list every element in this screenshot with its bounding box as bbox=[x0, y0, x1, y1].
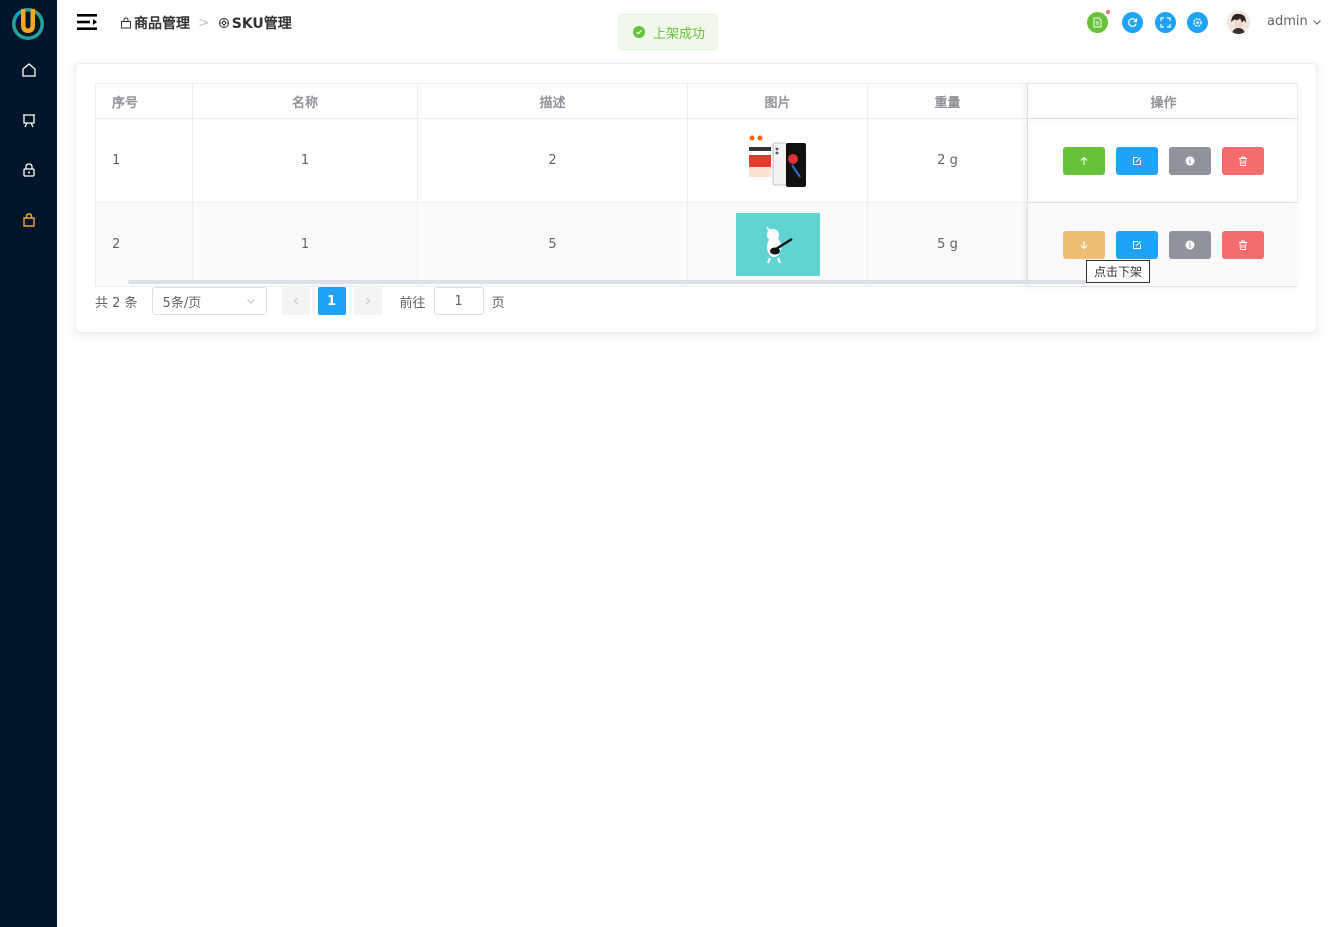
goto-label: 前往 bbox=[399, 295, 426, 311]
on-shelf-button[interactable] bbox=[1063, 146, 1105, 175]
goto-page-input[interactable] bbox=[433, 287, 484, 315]
next-page-button[interactable] bbox=[353, 287, 382, 315]
sidebar-item-goods[interactable] bbox=[0, 195, 57, 245]
document-button[interactable] bbox=[1087, 9, 1111, 33]
delete-button[interactable] bbox=[1222, 230, 1264, 259]
column-header-weight: 重量 bbox=[868, 84, 1028, 118]
breadcrumb-item-sku: SKU管理 bbox=[218, 13, 292, 33]
page-suffix: 页 bbox=[491, 295, 505, 311]
sidebar bbox=[0, 0, 57, 927]
settings-button[interactable] bbox=[1187, 12, 1208, 33]
column-header-actions: 操作 bbox=[1028, 84, 1299, 118]
cell-weight: 5 g bbox=[868, 203, 1028, 286]
info-icon bbox=[1185, 156, 1195, 165]
cell-actions bbox=[1028, 119, 1299, 202]
bag-icon bbox=[121, 17, 131, 29]
menu-fold-icon[interactable] bbox=[77, 12, 99, 32]
cell-name: 1 bbox=[193, 119, 418, 202]
lock-icon bbox=[22, 163, 35, 177]
fullscreen-button[interactable] bbox=[1155, 12, 1176, 33]
chevron-down-icon bbox=[246, 299, 255, 304]
edit-icon bbox=[1133, 240, 1141, 249]
chevron-down-icon bbox=[1312, 19, 1321, 25]
cell-index: 1 bbox=[96, 119, 193, 202]
arrow-down-icon bbox=[1080, 240, 1088, 249]
document-icon bbox=[1093, 17, 1102, 28]
chevron-left-icon bbox=[293, 297, 298, 305]
cell-index: 2 bbox=[96, 203, 193, 286]
phone-product-image[interactable] bbox=[747, 132, 808, 189]
column-header-name: 名称 bbox=[193, 84, 418, 118]
home-icon bbox=[21, 63, 36, 77]
gear-icon bbox=[218, 18, 229, 28]
arrow-up-icon bbox=[1080, 156, 1088, 165]
success-toast: 上架成功 bbox=[618, 14, 718, 50]
user-menu[interactable]: admin bbox=[1267, 14, 1322, 29]
info-icon bbox=[1185, 240, 1195, 249]
sidebar-item-home[interactable] bbox=[0, 45, 57, 95]
refresh-icon bbox=[1128, 18, 1138, 27]
info-button[interactable] bbox=[1169, 230, 1211, 259]
fullscreen-icon bbox=[1160, 17, 1171, 28]
edit-icon bbox=[1133, 156, 1141, 165]
gear-icon bbox=[1193, 18, 1202, 27]
info-button[interactable] bbox=[1169, 146, 1211, 175]
shopping-bag-icon bbox=[22, 213, 35, 227]
sku-table: 序号 名称 描述 图片 重量 操作 1 1 2 2 g 2 1 5 5 g bbox=[95, 83, 1299, 287]
trash-icon bbox=[1239, 240, 1247, 250]
user-avatar-image bbox=[1227, 11, 1250, 34]
pagination-total: 共 2 条 bbox=[95, 295, 138, 311]
check-circle-icon bbox=[633, 26, 645, 38]
cell-weight: 2 g bbox=[868, 119, 1028, 202]
sidebar-item-permission[interactable] bbox=[0, 145, 57, 195]
pagination: 共 2 条 5条/页 1 前往 页 bbox=[95, 286, 505, 316]
avatar[interactable] bbox=[1227, 11, 1250, 34]
notification-dot bbox=[1105, 9, 1111, 15]
cell-desc: 5 bbox=[418, 203, 688, 286]
cartoon-figure-image[interactable] bbox=[735, 213, 820, 276]
breadcrumb-separator: > bbox=[198, 15, 210, 31]
cell-image bbox=[688, 119, 868, 202]
page-size-select[interactable]: 5条/页 bbox=[151, 287, 267, 315]
sidebar-item-product[interactable] bbox=[0, 95, 57, 145]
refresh-button[interactable] bbox=[1122, 12, 1143, 33]
breadcrumb-item-goods[interactable]: 商品管理 bbox=[120, 13, 190, 33]
off-shelf-button[interactable] bbox=[1063, 230, 1105, 259]
column-header-image: 图片 bbox=[688, 84, 868, 118]
prev-page-button[interactable] bbox=[281, 287, 310, 315]
presentation-icon bbox=[22, 114, 35, 128]
delete-button[interactable] bbox=[1222, 146, 1264, 175]
edit-button[interactable] bbox=[1116, 146, 1158, 175]
cell-desc: 2 bbox=[418, 119, 688, 202]
logo bbox=[12, 8, 44, 40]
edit-button[interactable] bbox=[1116, 230, 1158, 259]
off-shelf-tooltip: 点击下架 bbox=[1086, 260, 1150, 283]
column-header-desc: 描述 bbox=[418, 84, 688, 118]
column-header-index: 序号 bbox=[96, 84, 193, 118]
cell-name: 1 bbox=[193, 203, 418, 286]
table-header: 序号 名称 描述 图片 重量 操作 bbox=[96, 84, 1299, 119]
content-card: 序号 名称 描述 图片 重量 操作 1 1 2 2 g 2 1 5 5 g 共 … bbox=[75, 63, 1317, 333]
table-row: 1 1 2 2 g bbox=[96, 119, 1299, 203]
breadcrumb: 商品管理 > SKU管理 bbox=[120, 13, 292, 33]
page-number-button[interactable]: 1 bbox=[317, 287, 346, 315]
table-horizontal-scrollbar[interactable] bbox=[128, 280, 1088, 284]
cell-image bbox=[688, 203, 868, 286]
trash-icon bbox=[1239, 156, 1247, 166]
chevron-right-icon bbox=[365, 297, 370, 305]
cell-actions bbox=[1028, 203, 1299, 286]
